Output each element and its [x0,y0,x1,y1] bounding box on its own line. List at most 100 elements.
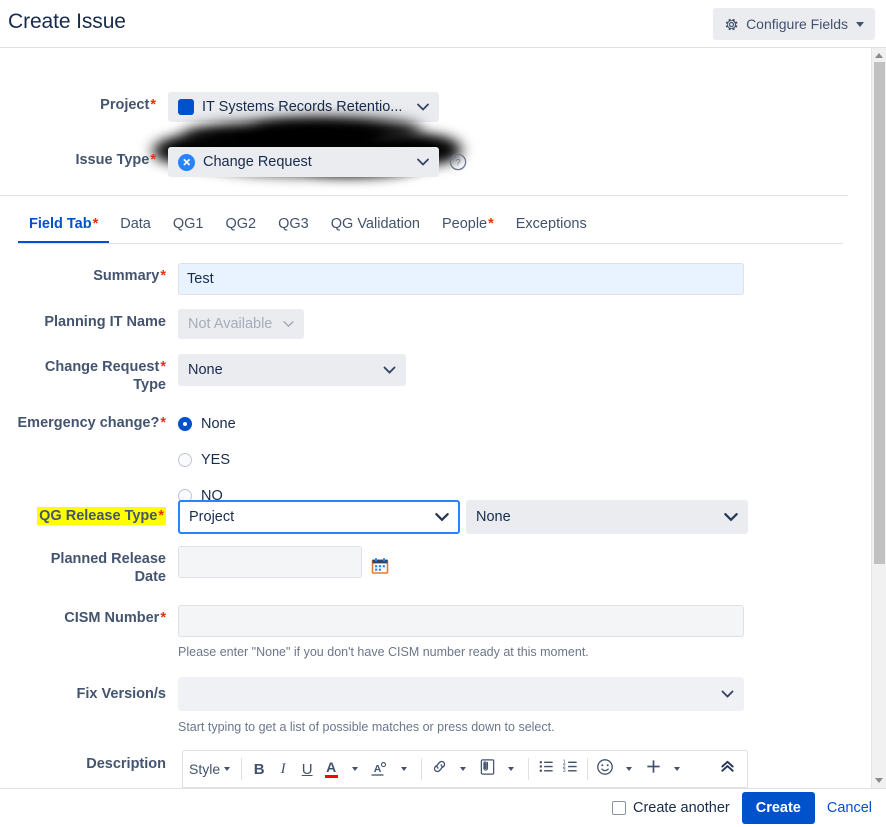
qg-release-type-select[interactable]: Project [178,500,460,534]
configure-fields-button[interactable]: Configure Fields [713,8,875,40]
editor-link-dropdown[interactable] [451,756,475,782]
toolbar-separator [528,758,529,780]
calendar-icon[interactable] [371,546,389,586]
field-planning-it-name: Planning IT Name Not Available [0,309,400,339]
editor-text-color-button[interactable]: A [319,756,343,782]
emoji-icon [596,758,614,781]
create-another-label: Create another [633,800,730,816]
project-avatar-icon [178,99,194,115]
editor-collapse-toolbar-button[interactable] [715,756,739,782]
bullet-list-icon [538,758,555,780]
planning-it-name-select: Not Available [178,309,304,339]
editor-emoji-dropdown[interactable] [617,756,641,782]
field-issue-type: Issue Type* Change Request ? [0,147,500,177]
change-request-type-label: Change Request* Type [0,354,166,394]
editor-attachment-button[interactable] [475,756,499,782]
project-select[interactable]: IT Systems Records Retentio... [168,92,439,122]
editor-attachment-dropdown[interactable] [499,756,523,782]
radio-button[interactable] [178,453,192,467]
highlight-icon: A [370,761,389,778]
tab-data[interactable]: Data [109,216,162,243]
tab-field-tab[interactable]: Field Tab* [18,216,109,243]
section-divider [0,195,848,196]
editor-style-dropdown[interactable]: Style [183,756,236,782]
svg-text:A: A [374,763,382,775]
emergency-change-label: Emergency change?* [0,410,166,507]
create-button[interactable]: Create [742,792,815,824]
fix-versions-label: Fix Version/s [0,677,166,735]
editor-text-color-dropdown[interactable] [343,756,367,782]
summary-label: Summary* [0,263,166,295]
field-summary: Summary* [0,263,760,295]
change-request-icon [178,154,195,171]
editor-highlight-color-button[interactable]: A [367,756,392,782]
editor-bullet-list-button[interactable] [534,756,558,782]
required-indicator: * [150,152,156,168]
vertical-scrollbar[interactable] [871,48,886,788]
chevron-down-icon [417,103,429,111]
editor-insert-more-dropdown[interactable] [665,756,689,782]
field-fix-versions: Fix Version/s Start typing to get a list… [0,677,760,735]
text-color-swatch [325,775,338,778]
tab-qg3[interactable]: QG3 [267,216,320,243]
field-qg-release-type: QG Release Type* Project None [0,500,760,534]
editor-emoji-button[interactable] [593,756,617,782]
field-cism-number: CISM Number* Please enter "None" if you … [0,605,760,660]
planning-it-name-value: Not Available [188,316,272,332]
chevron-down-icon [383,366,396,374]
radio-option-yes[interactable]: YES [178,449,236,471]
help-circle-icon[interactable]: ? [449,147,467,177]
field-tabs: Field Tab* Data QG1 QG2 QG3 QG Validatio… [18,216,598,243]
tab-people[interactable]: People* [431,216,505,243]
svg-text:?: ? [455,158,460,169]
qg-release-type-secondary-value: None [476,509,511,525]
toolbar-separator [421,758,422,780]
issue-type-label: Issue Type* [0,147,156,177]
radio-button[interactable] [178,417,192,431]
chevron-down-icon [224,767,230,771]
planned-release-date-input[interactable] [178,546,362,578]
cism-number-help-text: Please enter "None" if you don't have CI… [178,645,744,660]
radio-option-none[interactable]: None [178,413,236,435]
editor-highlight-color-dropdown[interactable] [392,756,416,782]
cism-number-input[interactable] [178,605,744,637]
plus-icon [645,758,662,780]
issue-type-value: Change Request [203,154,312,170]
page-title: Create Issue [8,10,126,34]
create-another-checkbox-row[interactable]: Create another [612,800,730,816]
editor-link-button[interactable] [427,756,451,782]
change-request-type-value: None [188,362,223,378]
qg-release-type-secondary-select[interactable]: None [466,500,748,534]
change-request-type-select[interactable]: None [178,354,406,386]
field-planned-release-date: Planned Release Date [0,546,500,586]
editor-insert-more-button[interactable] [641,756,665,782]
tab-qg1[interactable]: QG1 [162,216,215,243]
description-editor-toolbar: Style B I U A A [182,750,748,788]
issue-type-select[interactable]: Change Request [168,147,439,177]
tab-exceptions[interactable]: Exceptions [505,216,598,243]
summary-input[interactable] [178,263,744,295]
configure-fields-label: Configure Fields [746,16,848,32]
fix-versions-select[interactable] [178,677,744,711]
project-label: Project* [0,92,156,122]
editor-bold-button[interactable]: B [247,756,271,782]
tab-qg2[interactable]: QG2 [215,216,268,243]
scroll-down-arrow-icon[interactable] [875,778,883,783]
chevron-down-icon [721,690,734,698]
chevron-down-icon [401,767,407,771]
caret-down-icon [856,22,864,27]
tab-qg-validation[interactable]: QG Validation [320,216,431,243]
dialog-footer: Create another Create Cancel [0,788,886,827]
create-another-checkbox[interactable] [612,801,626,815]
scroll-up-arrow-icon[interactable] [875,53,883,58]
field-project: Project* IT Systems Records Retentio... [0,92,470,122]
required-indicator: * [150,97,156,113]
chevron-down-icon [417,158,429,166]
editor-italic-button[interactable]: I [271,756,295,782]
scrollbar-thumb[interactable] [874,62,885,564]
chevron-down-icon [435,513,449,522]
chevron-double-up-icon [719,758,736,780]
cancel-link[interactable]: Cancel [827,800,872,816]
editor-numbered-list-button[interactable]: 1 2 3 [558,756,582,782]
editor-underline-button[interactable]: U [295,756,319,782]
